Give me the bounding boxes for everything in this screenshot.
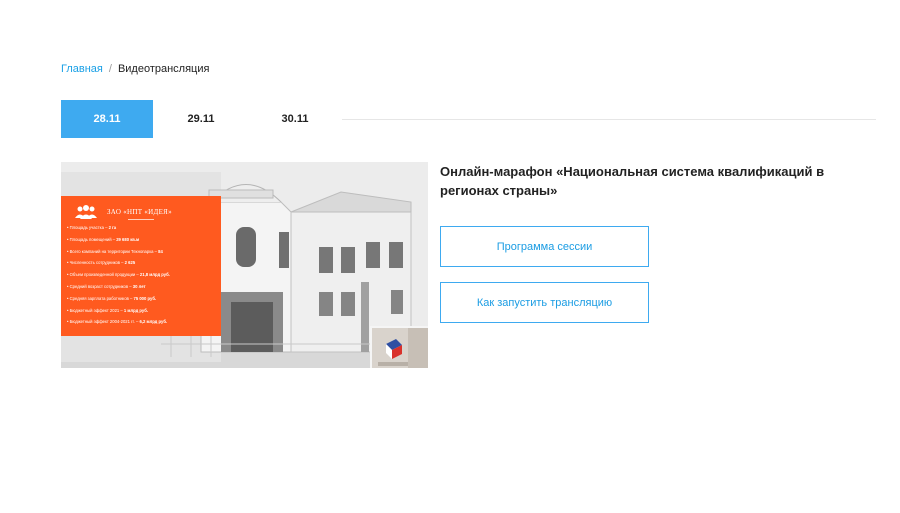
- tab-date-3[interactable]: 30.11: [249, 100, 341, 138]
- breadcrumb-current: Видеотрансляция: [117, 63, 210, 75]
- speaker-pip-thumbnail: [370, 326, 428, 368]
- video-player[interactable]: ЗАО «НПТ «ИДЕЯ» • Площадь участка – 2 га…: [61, 162, 428, 368]
- fact-item: • Численность сотрудников – 2 625: [67, 260, 136, 266]
- fact-item: • Объем произведенной продукции – 21,8 м…: [67, 272, 170, 278]
- breadcrumb: Главная / Видеотрансляция: [61, 63, 209, 75]
- fact-item: • Бюджетный эффект 2004-2021 гг. – 6,2 м…: [67, 319, 168, 325]
- breadcrumb-separator: /: [108, 63, 112, 75]
- tab-date-2[interactable]: 29.11: [155, 100, 247, 138]
- speaker-logo-image: [372, 328, 428, 368]
- fact-item: • Бюджетный эффект 2021 – 1 млрд руб.: [67, 307, 149, 313]
- company-facts-list: • Площадь участка – 2 га • Площадь помещ…: [67, 225, 217, 332]
- session-program-button[interactable]: Программа сессии: [440, 226, 649, 267]
- title-underline: [128, 219, 154, 220]
- fact-item: • Средний возраст сотрудников – 30 лет: [67, 283, 146, 289]
- fact-item: • Площадь участка – 2 га: [67, 225, 117, 230]
- company-title: ЗАО «НПТ «ИДЕЯ»: [107, 208, 172, 216]
- how-to-start-stream-button[interactable]: Как запустить трансляцию: [440, 282, 649, 323]
- tab-date-1[interactable]: 28.11: [61, 100, 153, 138]
- fact-item: • Площадь помещений – 29 680 кв.м: [67, 236, 140, 242]
- date-tabs: 28.11 29.11 30.11: [61, 100, 876, 138]
- session-title: Онлайн-марафон «Национальная система ква…: [440, 164, 825, 198]
- fact-item: • Всего компаний на территории Технопарк…: [67, 248, 163, 254]
- tabs-divider: [342, 119, 876, 120]
- fact-item: • Средняя зарплата работников – 75 000 р…: [67, 295, 157, 301]
- people-icon: [75, 205, 97, 219]
- company-info-slide: ЗАО «НПТ «ИДЕЯ» • Площадь участка – 2 га…: [61, 196, 221, 336]
- breadcrumb-home-link[interactable]: Главная: [61, 63, 103, 75]
